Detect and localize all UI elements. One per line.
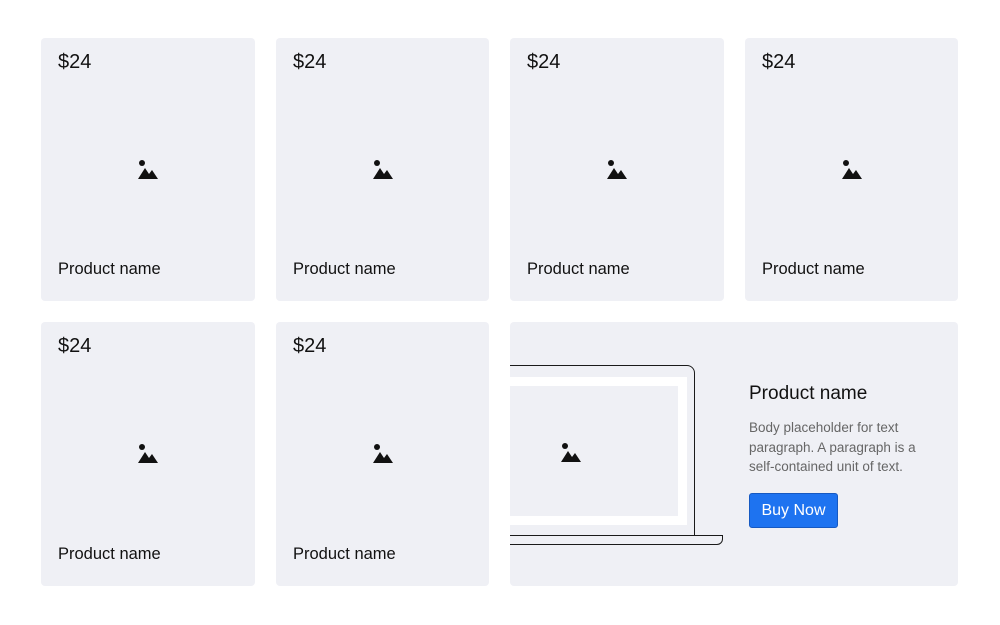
product-name: Product name (58, 260, 161, 278)
laptop-display (510, 377, 687, 525)
image-icon (841, 159, 862, 179)
product-card[interactable]: $24 Product name (41, 322, 255, 586)
image-icon (607, 159, 627, 179)
image-icon (138, 159, 158, 179)
product-card[interactable]: $24 Product name (276, 38, 489, 301)
product-card[interactable]: $24 Product name (745, 38, 958, 301)
product-name: Product name (58, 545, 161, 563)
featured-product-card: Product name Body placeholder for text p… (510, 322, 958, 586)
product-grid: $24 Product name $24 Product name $24 Pr… (0, 0, 1000, 625)
laptop-illustration (510, 365, 695, 541)
product-card[interactable]: $24 Product name (41, 38, 255, 301)
product-price: $24 (58, 335, 92, 357)
featured-product-description: Body placeholder for text paragraph. A p… (749, 420, 916, 474)
buy-now-button[interactable]: Buy Now (749, 493, 838, 528)
product-price: $24 (293, 51, 327, 73)
product-price: $24 (58, 51, 92, 73)
product-price: $24 (293, 335, 327, 357)
product-name: Product name (527, 260, 630, 278)
product-price: $24 (762, 51, 796, 73)
image-icon (372, 159, 393, 179)
product-card[interactable]: $24 Product name (276, 322, 489, 586)
product-price: $24 (527, 51, 561, 73)
product-name: Product name (293, 260, 396, 278)
product-card[interactable]: $24 Product name (510, 38, 724, 301)
featured-product-title: Product name (749, 383, 868, 404)
product-name: Product name (293, 545, 396, 563)
image-icon (372, 444, 393, 463)
laptop-base (510, 535, 723, 545)
image-icon (138, 444, 158, 463)
image-icon (561, 443, 581, 462)
product-name: Product name (762, 260, 865, 278)
